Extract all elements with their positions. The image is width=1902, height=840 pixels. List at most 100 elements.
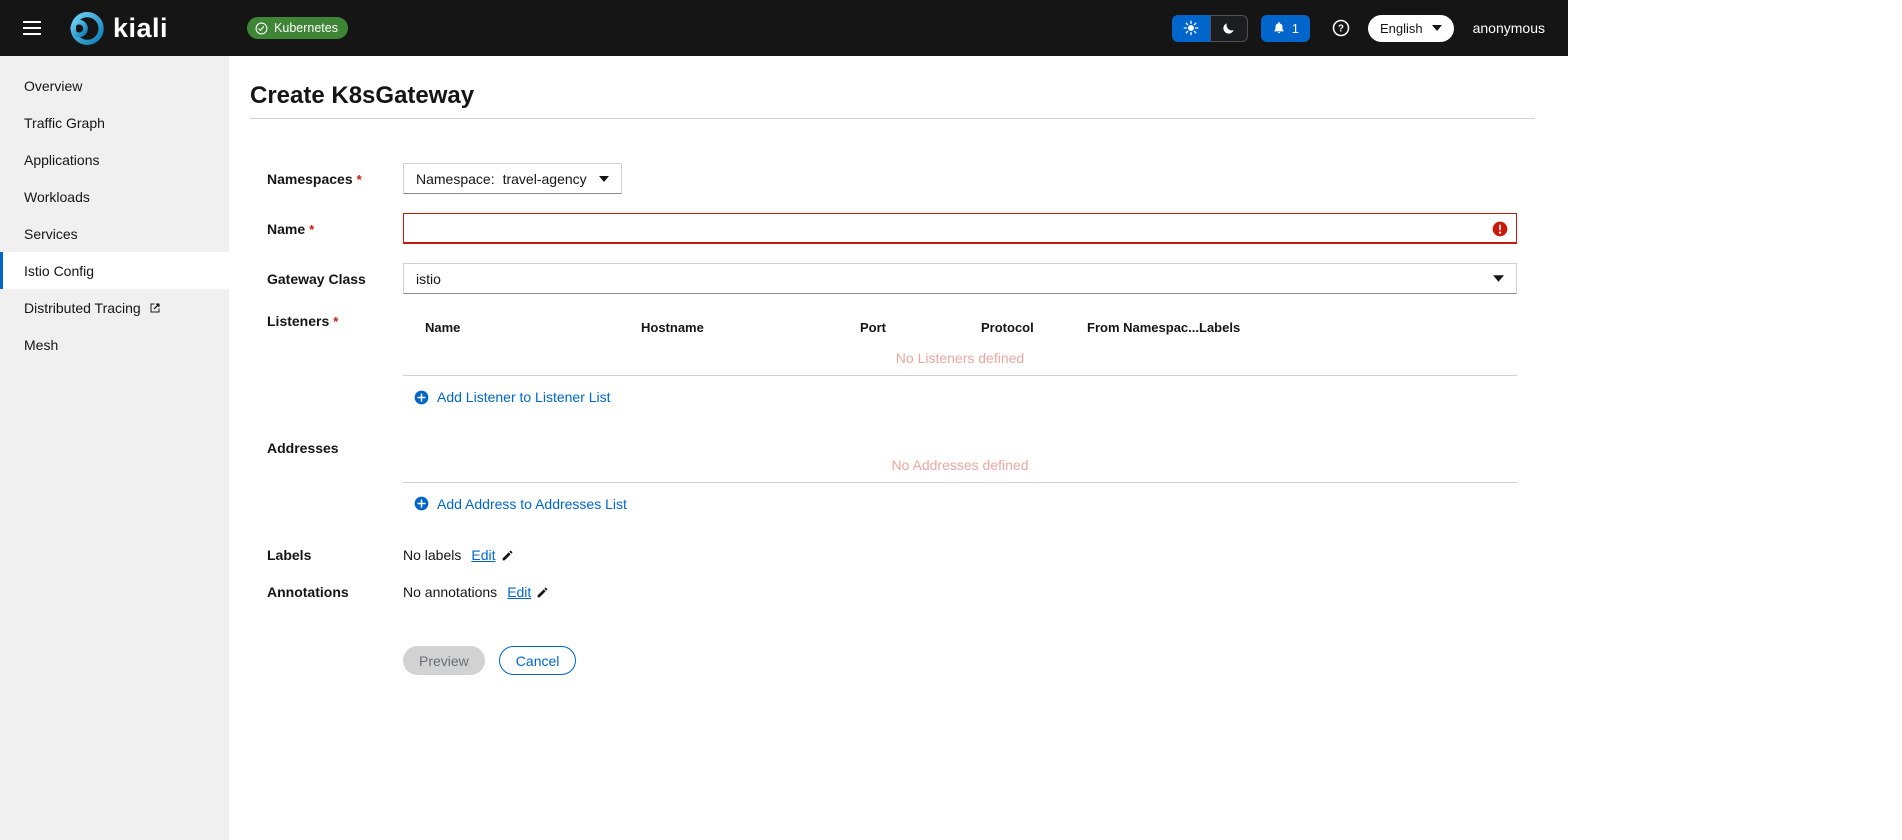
namespace-dropdown-value: travel-agency	[502, 170, 587, 187]
moon-icon	[1221, 21, 1236, 36]
sidebar-item-distributed-tracing[interactable]: Distributed Tracing	[0, 289, 229, 326]
edit-label: Edit	[507, 584, 532, 600]
check-circle-icon	[255, 22, 268, 35]
addresses-empty-message: No Addresses defined	[891, 456, 1029, 473]
exclamation-circle-icon	[1492, 221, 1508, 237]
dark-theme-button[interactable]	[1209, 14, 1248, 42]
listeners-empty-message: No Listeners defined	[895, 350, 1025, 366]
sidebar-item-traffic-graph[interactable]: Traffic Graph	[0, 104, 229, 141]
sidebar-item-applications[interactable]: Applications	[0, 141, 229, 178]
cancel-button[interactable]: Cancel	[498, 646, 577, 675]
external-link-icon	[149, 302, 161, 314]
kubernetes-badge-label: Kubernetes	[274, 21, 338, 35]
edit-label: Edit	[471, 547, 496, 563]
sidebar-item-mesh[interactable]: Mesh	[0, 326, 229, 363]
column-header-protocol: Protocol	[981, 320, 1034, 335]
addresses-label: Addresses	[267, 439, 339, 456]
bell-icon	[1272, 21, 1286, 35]
listeners-label: Listeners *	[267, 313, 339, 329]
required-indicator: *	[333, 314, 339, 329]
help-button[interactable]: ?	[1332, 19, 1350, 37]
sun-icon	[1183, 20, 1199, 36]
plus-circle-icon	[414, 496, 429, 511]
title-divider	[250, 118, 1535, 119]
gateway-class-value: istio	[416, 270, 441, 287]
question-circle-icon: ?	[1332, 19, 1350, 37]
annotations-value: No annotations	[403, 584, 498, 600]
sidebar-item-workloads[interactable]: Workloads	[0, 178, 229, 215]
divider	[403, 481, 1517, 483]
hamburger-icon	[23, 21, 41, 35]
sidebar-item-label: Traffic Graph	[24, 114, 105, 131]
chevron-down-icon	[598, 175, 609, 182]
kiali-app: kiali Kubernetes 1 ? English anonymous O…	[0, 0, 1568, 840]
plus-circle-icon	[414, 390, 429, 405]
name-row: Name *	[267, 213, 1517, 244]
column-header-name: Name	[425, 320, 461, 335]
name-label: Name *	[267, 221, 315, 237]
required-indicator: *	[356, 172, 362, 187]
pencil-icon	[501, 549, 514, 562]
add-listener-button[interactable]: Add Listener to Listener List	[414, 389, 611, 405]
add-address-button[interactable]: Add Address to Addresses List	[414, 496, 627, 512]
edit-annotations-button[interactable]: Edit	[507, 584, 549, 600]
listeners-row: Listeners * Name Hostname Port Protocol F…	[267, 313, 1517, 410]
svg-text:?: ?	[1338, 23, 1344, 34]
sidebar-item-label: Mesh	[24, 336, 59, 353]
labels-row: Labels No labels Edit	[267, 547, 1517, 563]
column-header-labels: Labels	[1199, 320, 1241, 335]
create-k8sgateway-form: Namespaces * Namespace: travel-agency Na…	[267, 163, 1517, 715]
gateway-class-dropdown[interactable]: istio	[403, 263, 1517, 294]
sidebar-item-label: Istio Config	[24, 262, 95, 279]
language-dropdown[interactable]: English	[1367, 14, 1454, 42]
notifications-button[interactable]: 1	[1260, 14, 1310, 42]
listeners-table-header: Name Hostname Port Protocol From Namespa…	[403, 313, 1517, 335]
gateway-class-row: Gateway Class istio	[267, 263, 1517, 294]
sidebar-item-label: Overview	[24, 77, 83, 94]
pencil-icon	[536, 586, 549, 599]
labels-value: No labels	[403, 547, 462, 563]
main-content: Create K8sGateway Namespaces * Namespace:…	[229, 56, 1568, 840]
light-theme-button[interactable]	[1171, 14, 1210, 42]
annotations-row: Annotations No annotations Edit	[267, 584, 1517, 600]
edit-labels-button[interactable]: Edit	[471, 547, 513, 563]
kubernetes-badge: Kubernetes	[247, 17, 348, 39]
sidebar-item-label: Applications	[24, 151, 100, 168]
username: anonymous	[1472, 20, 1545, 36]
sidebar-item-label: Services	[24, 225, 78, 242]
caret-down-icon	[1431, 25, 1442, 31]
required-indicator: *	[309, 222, 315, 237]
add-address-label: Add Address to Addresses List	[437, 495, 627, 512]
column-header-port: Port	[860, 320, 886, 335]
labels-label: Labels	[267, 547, 312, 563]
namespace-dropdown-prefix: Namespace:	[416, 170, 495, 187]
sidebar-item-overview[interactable]: Overview	[0, 67, 229, 104]
theme-toggle	[1171, 14, 1248, 42]
masthead-toolbar: 1 ? English anonymous	[1171, 14, 1545, 42]
divider	[403, 375, 1517, 376]
sidebar-item-istio-config[interactable]: Istio Config	[0, 252, 229, 289]
addresses-row: Addresses No Addresses defined Add Addre…	[267, 440, 1517, 517]
namespaces-label: Namespaces *	[267, 171, 362, 187]
gateway-class-label: Gateway Class	[267, 271, 366, 287]
column-header-from-namespaces: From Namespac...	[1087, 320, 1199, 335]
form-actions: Preview Cancel	[267, 646, 1517, 715]
preview-button[interactable]: Preview	[403, 646, 485, 675]
namespace-dropdown[interactable]: Namespace: travel-agency	[403, 163, 622, 194]
sidebar: Overview Traffic Graph Applications Work…	[0, 56, 229, 840]
sidebar-item-label: Distributed Tracing	[24, 299, 141, 316]
add-listener-label: Add Listener to Listener List	[437, 389, 611, 405]
kiali-logo-icon	[67, 10, 104, 47]
name-input[interactable]	[403, 213, 1517, 244]
menu-toggle-button[interactable]	[19, 15, 45, 41]
masthead: kiali Kubernetes 1 ? English anonymous	[0, 0, 1568, 56]
page-title: Create K8sGateway	[250, 82, 475, 109]
annotations-label: Annotations	[267, 584, 349, 600]
chevron-down-icon	[1493, 275, 1504, 282]
sidebar-item-label: Workloads	[24, 188, 90, 205]
sidebar-item-services[interactable]: Services	[0, 215, 229, 252]
notification-count-badge: 1	[1291, 20, 1299, 36]
brand-name: kiali	[113, 12, 169, 43]
column-header-hostname: Hostname	[641, 320, 704, 335]
namespaces-row: Namespaces * Namespace: travel-agency	[267, 163, 1517, 194]
